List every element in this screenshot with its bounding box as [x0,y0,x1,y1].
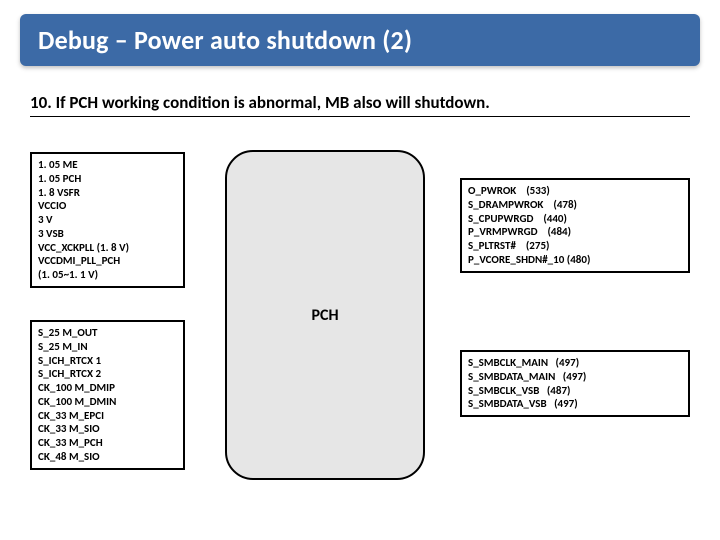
pch-chip: PCH [225,150,425,480]
subtitle-text: 10. If PCH working condition is abnormal… [30,92,690,117]
clock-list-box: S_25 M_OUT S_25 M_IN S_ICH_RTCX 1 S_ICH_… [30,320,185,470]
voltage-list-box: 1. 05 ME 1. 05 PCH 1. 8 VSFR VCCIO 3 V 3… [30,152,185,288]
title-bar: Debug – Power auto shutdown (2) [20,14,700,66]
page-title: Debug – Power auto shutdown (2) [38,24,412,56]
diagram-area: PCH 1. 05 ME 1. 05 PCH 1. 8 VSFR VCCIO 3… [30,140,690,530]
smbus-signals-box: S_SMBCLK_MAIN (497) S_SMBDATA_MAIN (497)… [460,350,690,417]
power-signals-box: O_PWROK (533) S_DRAMPWROK (478) S_CPUPWR… [460,178,690,273]
pch-label: PCH [311,306,338,325]
